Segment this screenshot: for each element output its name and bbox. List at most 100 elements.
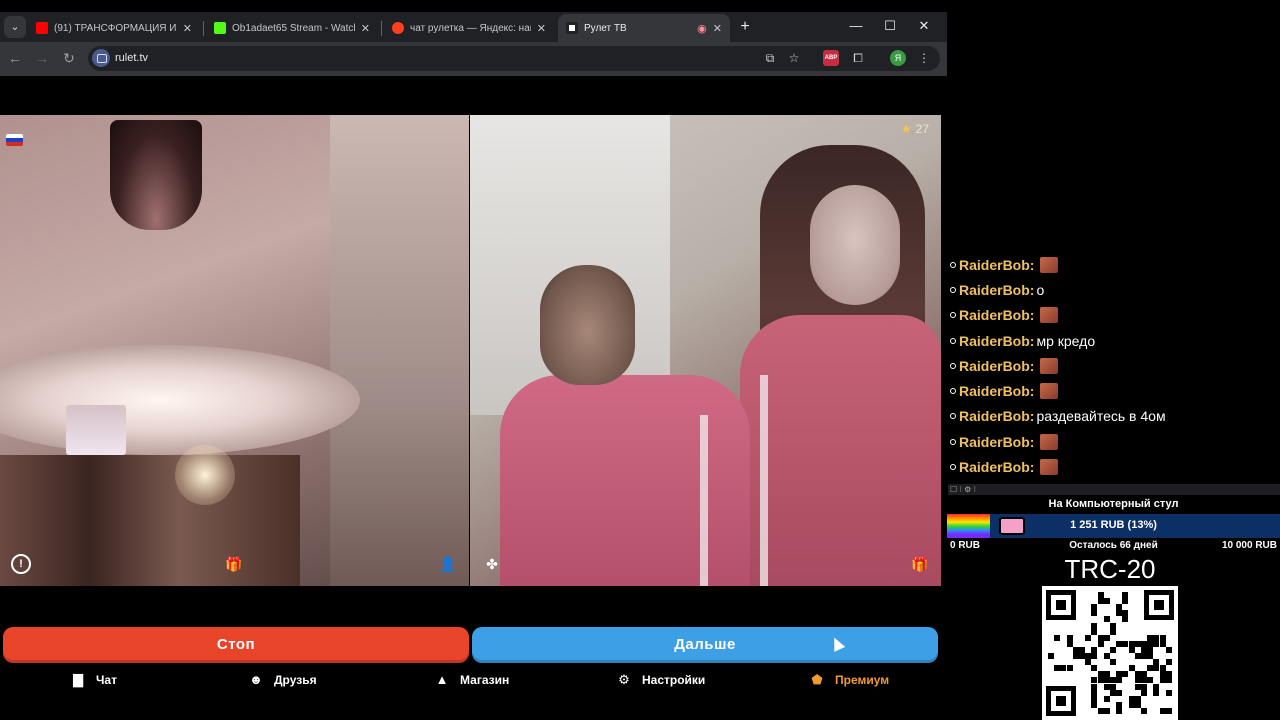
qr-module [1066,634,1073,641]
emote-icon [1040,459,1059,476]
tab-youtube[interactable]: (91) ТРАНСФОРМАЦИЯ ИВАНА ✕ [28,14,200,42]
badge-icon [950,464,956,471]
qr-finder [1046,686,1076,716]
bookmark-star-icon[interactable]: ☆ [786,50,802,66]
close-icon[interactable]: ✕ [713,22,722,35]
site-info-icon[interactable] [92,49,110,67]
forward-icon[interactable]: → [33,50,51,66]
tag-icon: ⬟ [811,672,823,687]
user-icon[interactable]: 👤 [438,554,458,574]
qr-module [1097,640,1104,647]
qr-module [1122,616,1129,623]
qr-module [1147,677,1154,684]
nav-shop[interactable]: ▲ Магазин [434,672,510,688]
qr-module [1116,707,1123,714]
qr-module [1060,665,1067,672]
tab-search-button[interactable]: ⌄ [4,16,26,38]
qr-module [1091,701,1098,708]
extensions-icon[interactable]: ⧠ [850,50,866,66]
close-icon[interactable]: ✕ [183,22,192,35]
chat-username: RaiderBob: [959,256,1035,273]
report-icon[interactable]: ! [11,554,31,574]
chat-text: о [1036,281,1045,298]
qr-module [1116,640,1123,647]
chat-username: RaiderBob: [959,408,1035,425]
qr-module [1085,634,1092,641]
self-video: ! 🎁 👤 [0,115,469,586]
qr-module [1159,707,1166,714]
qr-module [1091,622,1098,629]
qr-module [1128,640,1135,647]
chat-username: RaiderBob: [959,307,1035,324]
badge-icon [950,286,956,293]
star-icon: ★ [900,122,912,136]
qr-module [1128,695,1135,702]
chat-username: RaiderBob: [959,281,1035,298]
nav-label: Магазин [460,673,510,687]
goal-progress-bar: 1 251 RUB (13%) [947,514,1280,538]
qr-module [1091,628,1098,635]
gift-icon[interactable]: 🎁 [910,554,930,574]
browser-toolbar: ← → ↻ rulet.tv ⧉ ☆ ABP ⧠ Я ⋮ [0,42,947,76]
stop-button[interactable]: Стоп [3,627,469,663]
nav-label: Чат [96,673,117,687]
qr-module [1091,695,1098,702]
url-text[interactable]: rulet.tv [115,52,148,64]
friends-icon: ☻ [249,672,263,687]
close-icon[interactable]: ✕ [361,22,370,35]
badge-icon [950,337,956,344]
nav-settings[interactable]: ⚙ Настройки [616,672,705,688]
video-scene [66,405,126,455]
address-bar[interactable]: rulet.tv ⧉ ☆ ABP ⧠ Я ⋮ [88,46,940,71]
rulet-icon [566,22,578,34]
tab-yandex[interactable]: чат рулетка — Яндекс: нашлос ✕ [384,14,554,42]
qr-module [1103,634,1110,641]
qr-module [1110,646,1116,653]
back-icon[interactable]: ← [6,50,24,66]
nav-premium[interactable]: ⬟ Премиум [809,672,889,688]
qr-module [1110,659,1116,666]
settings-icon: ⚙ [618,672,630,687]
install-app-icon[interactable]: ⧉ [762,50,778,66]
close-icon[interactable]: ✕ [537,22,546,35]
maximize-button[interactable]: ☐ [878,18,902,34]
qr-module [1159,677,1166,684]
qr-module [1116,677,1123,684]
qr-module [1116,610,1123,617]
qr-module [1153,689,1160,696]
qr-module [1141,653,1147,659]
qr-module [1134,695,1141,702]
qr-module [1103,695,1110,702]
tab-title: (91) ТРАНСФОРМАЦИЯ ИВАНА [54,22,177,34]
qr-module [1147,653,1154,659]
tab-kick[interactable]: Ob1adaet65 Stream - Watch Li ✕ [206,14,378,42]
qr-module [1147,634,1154,641]
tab-rulet-tv[interactable]: Рулет ТВ ◉ ✕ [558,14,730,42]
game-controller-icon[interactable]: ✤ [482,554,502,574]
gift-icon[interactable]: 🎁 [224,554,244,574]
qr-finder [1046,590,1076,620]
reload-icon[interactable]: ↻ [60,50,78,67]
wallet-label: TRC-20 [1064,554,1156,584]
new-tab-button[interactable]: + [736,18,754,36]
video-scene [330,115,469,586]
profile-avatar[interactable]: Я [890,50,906,66]
qr-module [1103,683,1110,690]
close-window-button[interactable]: ✕ [912,18,936,34]
qr-module [1141,646,1147,653]
qr-module [1054,634,1061,641]
recording-icon: ◉ [697,22,707,35]
next-button[interactable]: Дальше [472,627,938,663]
qr-module [1165,677,1172,684]
qr-module [1085,653,1092,659]
menu-kebab-icon[interactable]: ⋮ [916,50,932,66]
minimize-button[interactable]: — [844,18,868,33]
qr-module [1147,646,1154,653]
nav-chat[interactable]: ▇ Чат [70,672,117,688]
nav-friends[interactable]: ☻ Друзья [248,672,316,688]
adblock-extension-icon[interactable]: ABP [823,50,839,66]
qr-module [1159,634,1166,641]
chat-icon: ▇ [73,672,83,687]
qr-module [1134,677,1141,684]
video-scene [810,185,900,305]
